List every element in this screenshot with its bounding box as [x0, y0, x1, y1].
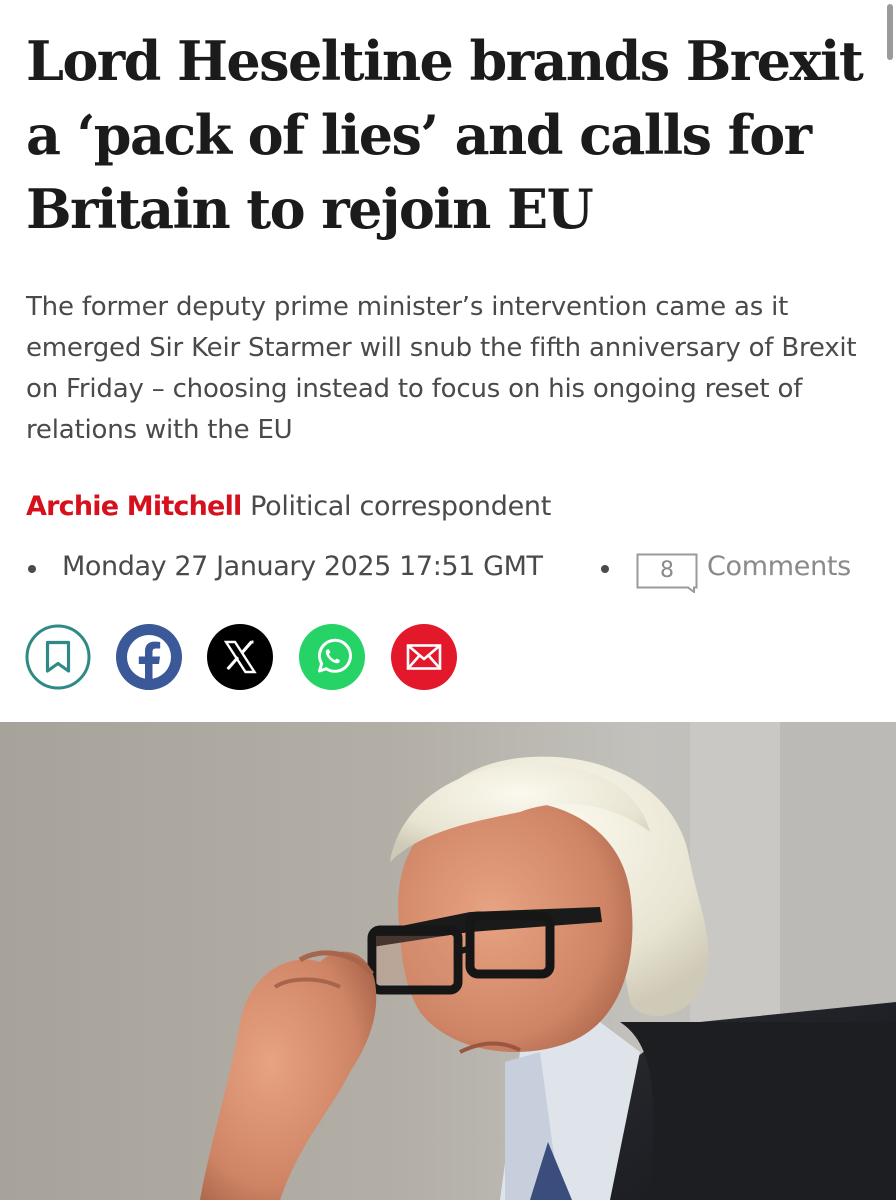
article-meta: Monday 27 January 2025 17:51 GMT 8 Comme… [26, 543, 876, 593]
bullet-separator [601, 565, 609, 573]
scrollbar-thumb[interactable] [887, 4, 893, 60]
publish-date: Monday 27 January 2025 17:51 GMT [62, 551, 543, 582]
article-headline: Lord Heseltine brands Brexit a ‘pack of … [26, 29, 864, 241]
share-x-button[interactable] [207, 624, 273, 690]
save-button[interactable] [25, 624, 91, 690]
comments-label: Comments [707, 551, 851, 582]
share-facebook-button[interactable] [116, 624, 182, 690]
bullet-separator [28, 565, 36, 573]
author-role: Political correspondent [250, 491, 551, 522]
share-whatsapp-button[interactable] [299, 624, 365, 690]
comment-count: 8 [660, 558, 674, 583]
byline: Archie Mitchell Political correspondent [26, 487, 551, 527]
article-photo [0, 722, 896, 1200]
whatsapp-icon [299, 624, 365, 690]
envelope-icon [391, 624, 457, 690]
x-icon [207, 624, 273, 690]
portrait-illustration [0, 722, 896, 1200]
bookmark-icon [25, 624, 91, 690]
article-standfirst: The former deputy prime minister’s inter… [26, 292, 857, 445]
share-email-button[interactable] [391, 624, 457, 690]
scrollbar[interactable] [882, 0, 896, 100]
author-link[interactable]: Archie Mitchell [26, 491, 242, 522]
facebook-icon [116, 624, 182, 690]
